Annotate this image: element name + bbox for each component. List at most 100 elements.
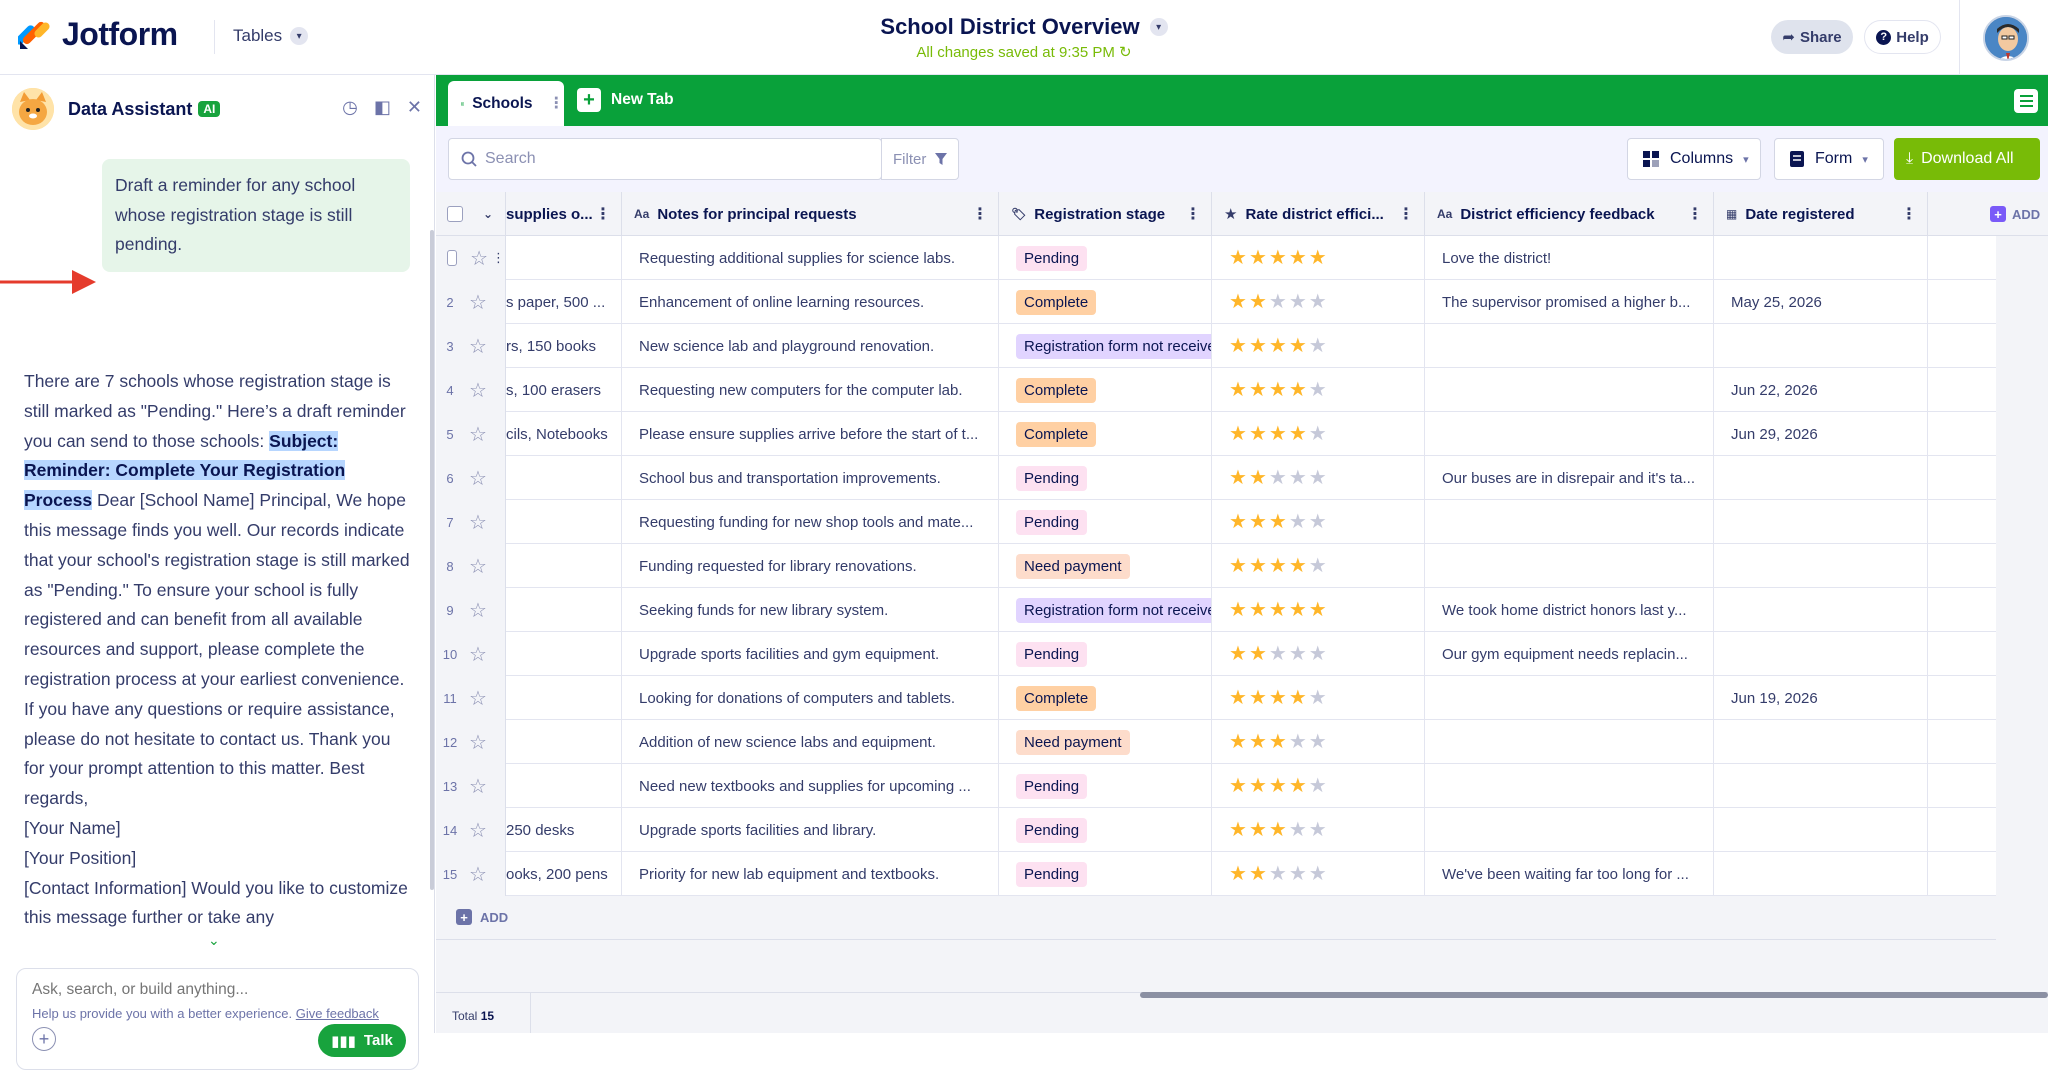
column-header-date[interactable]: ▦ Date registered ⋮ [1714,192,1928,236]
cell-rating[interactable]: ★ ★ ★ ★ ★ [1212,588,1425,632]
cell-feedback[interactable] [1425,720,1714,764]
talk-button[interactable]: ▮▮▮ Talk [318,1024,406,1057]
cell-rating[interactable]: ★ ★ ★ ★ ★ [1212,456,1425,500]
rating-star-icon[interactable]: ★ [1289,644,1307,664]
rating-star-icon[interactable]: ★ [1269,380,1287,400]
rating-star-icon[interactable]: ★ [1309,820,1327,840]
cell-supplies[interactable]: cils, Notebooks [506,412,622,456]
cell-feedback[interactable] [1425,324,1714,368]
rating-star-icon[interactable]: ★ [1249,820,1267,840]
rating-star-icon[interactable]: ★ [1229,776,1247,796]
cell-notes[interactable]: Upgrade sports facilities and gym equipm… [622,632,999,676]
chevron-down-icon[interactable]: ▾ [1149,18,1168,36]
cell-rating[interactable]: ★ ★ ★ ★ ★ [1212,280,1425,324]
chevron-down-icon[interactable]: ⌄ [483,207,493,221]
table-row[interactable]: 4 ☆ s, 100 erasers Requesting new computers… [436,368,1996,412]
table-row[interactable]: 12 ☆ Addition of new science labs and equi… [436,720,1996,764]
rating-star-icon[interactable]: ★ [1309,248,1327,268]
cell-supplies[interactable] [506,500,622,544]
rating-star-icon[interactable]: ★ [1289,248,1307,268]
star-outline-icon[interactable]: ☆ [469,642,487,667]
cell-date[interactable]: Jun 22, 2026 [1714,368,1928,412]
rating-star-icon[interactable]: ★ [1309,424,1327,444]
star-outline-icon[interactable]: ☆ [469,686,487,711]
table-row[interactable]: 6 ☆ School bus and transportation improvem… [436,456,1996,500]
table-row[interactable]: 8 ☆ Funding requested for library renovati… [436,544,1996,588]
cell-notes[interactable]: School bus and transportation improvemen… [622,456,999,500]
rating-star-icon[interactable]: ★ [1269,732,1287,752]
star-outline-icon[interactable]: ☆ [469,334,487,359]
rating-star-icon[interactable]: ★ [1289,732,1307,752]
cell-supplies[interactable]: 250 desks [506,808,622,852]
cell-date[interactable] [1714,544,1928,588]
rating-star-icon[interactable]: ★ [1229,820,1247,840]
filter-button[interactable]: Filter [881,138,959,180]
rating-star-icon[interactable]: ★ [1289,820,1307,840]
cell-stage[interactable]: Pending [999,456,1212,500]
cell-feedback[interactable] [1425,368,1714,412]
rating-star-icon[interactable]: ★ [1229,380,1247,400]
rating-star-icon[interactable]: ★ [1309,600,1327,620]
menu-icon[interactable] [2014,89,2038,113]
column-header-supplies[interactable]: supplies o... ⋮ [506,192,622,236]
rating-star-icon[interactable]: ★ [1229,864,1247,884]
cell-stage[interactable]: Pending [999,808,1212,852]
cell-notes[interactable]: Seeking funds for new library system. [622,588,999,632]
rating-star-icon[interactable]: ★ [1309,732,1327,752]
rating-star-icon[interactable]: ★ [1289,336,1307,356]
columns-button[interactable]: Columns ▾ [1627,138,1761,180]
star-outline-icon[interactable]: ☆ [469,818,487,843]
rating-star-icon[interactable]: ★ [1229,644,1247,664]
rating-star-icon[interactable]: ★ [1229,556,1247,576]
rating-star-icon[interactable]: ★ [1309,688,1327,708]
cell-rating[interactable]: ★ ★ ★ ★ ★ [1212,412,1425,456]
cell-notes[interactable]: Upgrade sports facilities and library. [622,808,999,852]
table-row[interactable]: 5 ☆ cils, Notebooks Please ensure supplies … [436,412,1996,456]
cell-feedback[interactable] [1425,764,1714,808]
cell-date[interactable]: Jun 19, 2026 [1714,676,1928,720]
cell-notes[interactable]: Enhancement of online learning resources… [622,280,999,324]
scroll-down-icon[interactable]: ⌄ [208,932,220,949]
rating-star-icon[interactable]: ★ [1249,688,1267,708]
cell-feedback[interactable] [1425,676,1714,720]
cell-supplies[interactable] [506,588,622,632]
cell-supplies[interactable] [506,456,622,500]
cell-stage[interactable]: Need payment [999,720,1212,764]
rating-star-icon[interactable]: ★ [1289,512,1307,532]
cell-rating[interactable]: ★ ★ ★ ★ ★ [1212,808,1425,852]
cell-rating[interactable]: ★ ★ ★ ★ ★ [1212,544,1425,588]
cell-stage[interactable]: Complete [999,280,1212,324]
rating-star-icon[interactable]: ★ [1269,820,1287,840]
cell-feedback[interactable]: The supervisor promised a higher b... [1425,280,1714,324]
cell-notes[interactable]: Funding requested for library renovation… [622,544,999,588]
cell-stage[interactable]: Pending [999,852,1212,896]
rating-star-icon[interactable]: ★ [1249,512,1267,532]
cell-notes[interactable]: Please ensure supplies arrive before the… [622,412,999,456]
cell-date[interactable]: May 25, 2026 [1714,280,1928,324]
cell-supplies[interactable]: s, 100 erasers [506,368,622,412]
star-outline-icon[interactable]: ☆ [469,730,487,755]
cell-date[interactable] [1714,764,1928,808]
star-outline-icon[interactable]: ☆ [469,422,487,447]
cell-supplies[interactable]: s paper, 500 ... [506,280,622,324]
table-row[interactable]: 3 ☆ rs, 150 books New science lab and playg… [436,324,1996,368]
cell-rating[interactable]: ★ ★ ★ ★ ★ [1212,500,1425,544]
help-button[interactable]: ? Help [1864,20,1941,54]
rating-star-icon[interactable]: ★ [1249,248,1267,268]
rating-star-icon[interactable]: ★ [1289,776,1307,796]
rating-star-icon[interactable]: ★ [1269,556,1287,576]
cell-stage[interactable]: Registration form not received [999,588,1212,632]
cell-supplies[interactable] [506,764,622,808]
close-icon[interactable]: ✕ [407,97,422,118]
cell-feedback[interactable]: We've been waiting far too long for ... [1425,852,1714,896]
table-row[interactable]: 13 ☆ Need new textbooks and supplies for u… [436,764,1996,808]
cell-date[interactable] [1714,720,1928,764]
cell-rating[interactable]: ★ ★ ★ ★ ★ [1212,676,1425,720]
cell-notes[interactable]: Need new textbooks and supplies for upco… [622,764,999,808]
rating-star-icon[interactable]: ★ [1229,336,1247,356]
cell-notes[interactable]: Looking for donations of computers and t… [622,676,999,720]
cell-notes[interactable]: Requesting funding for new shop tools an… [622,500,999,544]
rating-star-icon[interactable]: ★ [1309,512,1327,532]
search-input[interactable]: Search [448,138,882,180]
column-header-notes[interactable]: Aa Notes for principal requests ⋮ [622,192,999,236]
